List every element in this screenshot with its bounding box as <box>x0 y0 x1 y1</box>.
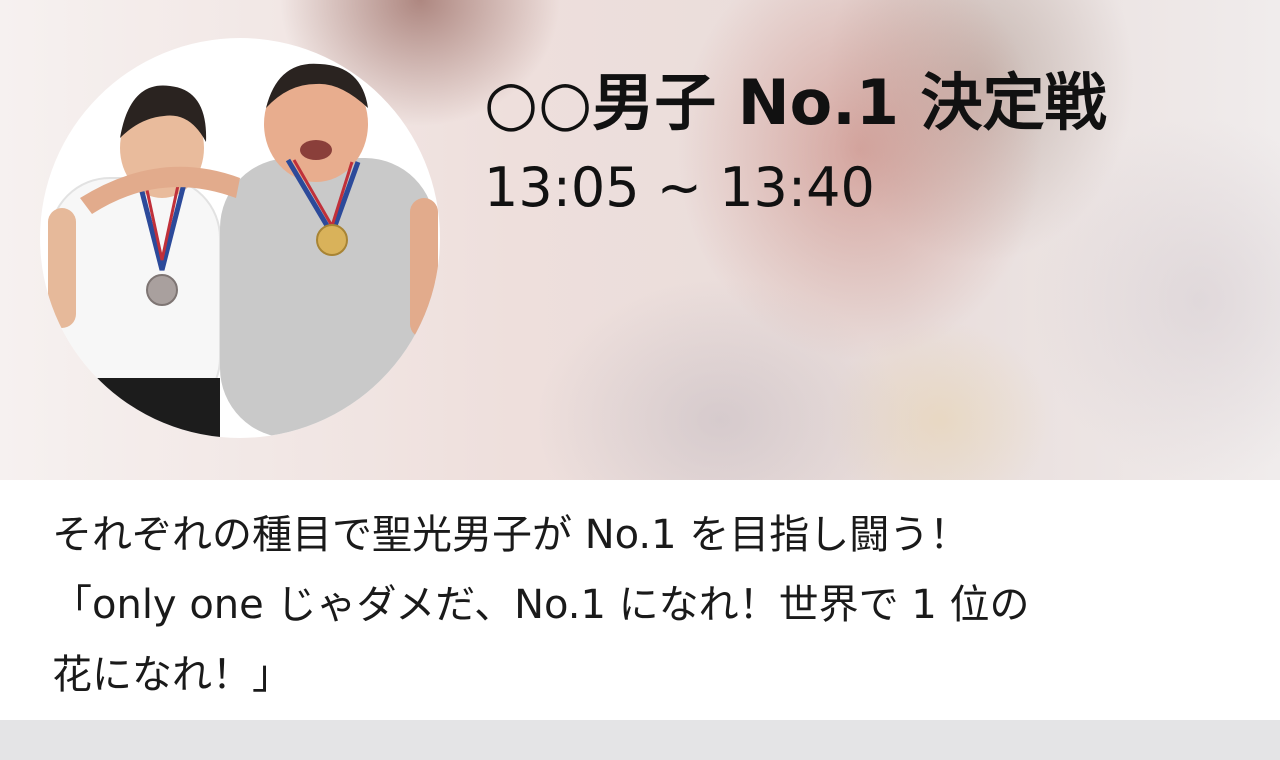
event-card[interactable]: ○○男子 No.1 決定戦 13:05 ~ 13:40 それぞれの種目で聖光男子… <box>0 0 1280 720</box>
description-line: それぞれの種目で聖光男子が No.1 を目指し闘う！ <box>52 512 970 558</box>
description-line: 花になれ！」 <box>52 652 292 698</box>
description-line: 「only one じゃダメだ、No.1 になれ！世界で 1 位の <box>52 582 1030 628</box>
two-men-with-medals-image <box>48 63 438 438</box>
footer-bar <box>0 720 1280 760</box>
event-photo <box>40 38 440 438</box>
event-description: それぞれの種目で聖光男子が No.1 を目指し闘う！ 「only one じゃダ… <box>52 500 1232 710</box>
event-title: ○○男子 No.1 決定戦 <box>484 66 1107 139</box>
hero-banner: ○○男子 No.1 決定戦 13:05 ~ 13:40 <box>0 0 1280 480</box>
event-time: 13:05 ~ 13:40 <box>484 156 875 219</box>
left-man <box>48 85 221 438</box>
